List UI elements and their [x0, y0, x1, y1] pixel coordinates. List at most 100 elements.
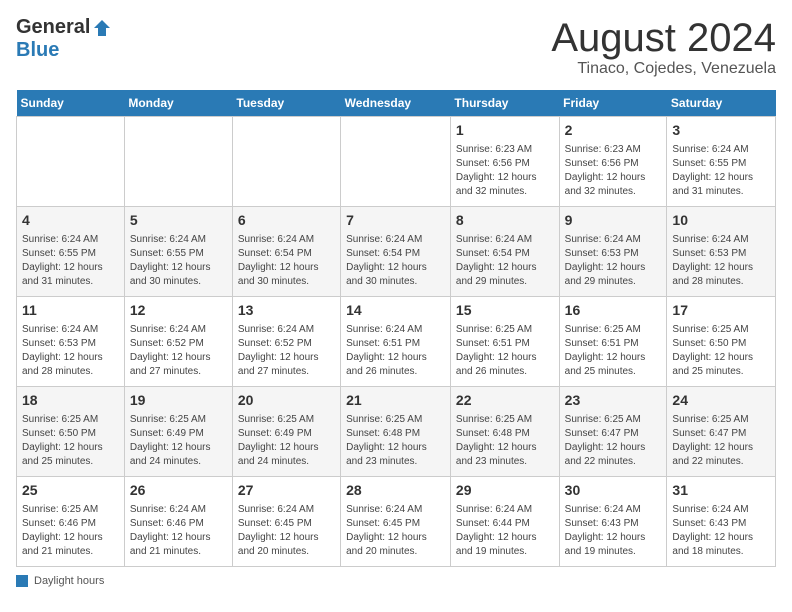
day-detail: Sunrise: 6:25 AM Sunset: 6:47 PM Dayligh…: [672, 413, 770, 469]
day-number: 23: [565, 391, 662, 411]
calendar-cell: [341, 117, 451, 207]
day-number: 15: [456, 301, 554, 321]
calendar-header-friday: Friday: [559, 90, 667, 117]
calendar-header-tuesday: Tuesday: [232, 90, 340, 117]
day-detail: Sunrise: 6:24 AM Sunset: 6:46 PM Dayligh…: [130, 503, 227, 559]
day-detail: Sunrise: 6:24 AM Sunset: 6:54 PM Dayligh…: [238, 233, 335, 289]
day-detail: Sunrise: 6:24 AM Sunset: 6:43 PM Dayligh…: [565, 503, 662, 559]
calendar-cell: 19Sunrise: 6:25 AM Sunset: 6:49 PM Dayli…: [124, 387, 232, 477]
day-number: 29: [456, 481, 554, 501]
day-detail: Sunrise: 6:25 AM Sunset: 6:48 PM Dayligh…: [456, 413, 554, 469]
calendar-cell: 17Sunrise: 6:25 AM Sunset: 6:50 PM Dayli…: [667, 297, 776, 387]
calendar-cell: 28Sunrise: 6:24 AM Sunset: 6:45 PM Dayli…: [341, 477, 451, 567]
day-number: 11: [22, 301, 119, 321]
calendar-header-wednesday: Wednesday: [341, 90, 451, 117]
day-detail: Sunrise: 6:24 AM Sunset: 6:55 PM Dayligh…: [130, 233, 227, 289]
daylight-box: [16, 575, 28, 587]
day-detail: Sunrise: 6:24 AM Sunset: 6:53 PM Dayligh…: [565, 233, 662, 289]
day-number: 30: [565, 481, 662, 501]
day-detail: Sunrise: 6:25 AM Sunset: 6:51 PM Dayligh…: [565, 323, 662, 379]
day-number: 7: [346, 211, 445, 231]
calendar-cell: 31Sunrise: 6:24 AM Sunset: 6:43 PM Dayli…: [667, 477, 776, 567]
calendar-cell: 13Sunrise: 6:24 AM Sunset: 6:52 PM Dayli…: [232, 297, 340, 387]
calendar-cell: 25Sunrise: 6:25 AM Sunset: 6:46 PM Dayli…: [17, 477, 125, 567]
day-number: 24: [672, 391, 770, 411]
day-number: 2: [565, 121, 662, 141]
calendar-cell: 9Sunrise: 6:24 AM Sunset: 6:53 PM Daylig…: [559, 207, 667, 297]
calendar-cell: 16Sunrise: 6:25 AM Sunset: 6:51 PM Dayli…: [559, 297, 667, 387]
day-number: 17: [672, 301, 770, 321]
calendar-cell: 24Sunrise: 6:25 AM Sunset: 6:47 PM Dayli…: [667, 387, 776, 477]
logo-blue-text: Blue: [16, 39, 59, 62]
calendar-cell: 12Sunrise: 6:24 AM Sunset: 6:52 PM Dayli…: [124, 297, 232, 387]
calendar-header-thursday: Thursday: [450, 90, 559, 117]
day-number: 14: [346, 301, 445, 321]
day-number: 1: [456, 121, 554, 141]
day-detail: Sunrise: 6:24 AM Sunset: 6:53 PM Dayligh…: [672, 233, 770, 289]
day-detail: Sunrise: 6:24 AM Sunset: 6:45 PM Dayligh…: [346, 503, 445, 559]
day-detail: Sunrise: 6:24 AM Sunset: 6:43 PM Dayligh…: [672, 503, 770, 559]
calendar-cell: 8Sunrise: 6:24 AM Sunset: 6:54 PM Daylig…: [450, 207, 559, 297]
calendar-cell: 18Sunrise: 6:25 AM Sunset: 6:50 PM Dayli…: [17, 387, 125, 477]
day-detail: Sunrise: 6:25 AM Sunset: 6:51 PM Dayligh…: [456, 323, 554, 379]
page-header: General Blue August 2024 Tinaco, Cojedes…: [16, 16, 776, 78]
main-title: August 2024: [551, 16, 776, 60]
calendar-header-monday: Monday: [124, 90, 232, 117]
calendar-header-row: SundayMondayTuesdayWednesdayThursdayFrid…: [17, 90, 776, 117]
calendar-week-row: 4Sunrise: 6:24 AM Sunset: 6:55 PM Daylig…: [17, 207, 776, 297]
day-detail: Sunrise: 6:25 AM Sunset: 6:50 PM Dayligh…: [22, 413, 119, 469]
calendar-cell: 27Sunrise: 6:24 AM Sunset: 6:45 PM Dayli…: [232, 477, 340, 567]
day-detail: Sunrise: 6:24 AM Sunset: 6:54 PM Dayligh…: [456, 233, 554, 289]
calendar-cell: [232, 117, 340, 207]
day-detail: Sunrise: 6:25 AM Sunset: 6:48 PM Dayligh…: [346, 413, 445, 469]
calendar-cell: 21Sunrise: 6:25 AM Sunset: 6:48 PM Dayli…: [341, 387, 451, 477]
day-number: 18: [22, 391, 119, 411]
day-detail: Sunrise: 6:25 AM Sunset: 6:50 PM Dayligh…: [672, 323, 770, 379]
day-detail: Sunrise: 6:24 AM Sunset: 6:55 PM Dayligh…: [22, 233, 119, 289]
calendar-cell: 1Sunrise: 6:23 AM Sunset: 6:56 PM Daylig…: [450, 117, 559, 207]
day-number: 16: [565, 301, 662, 321]
calendar-cell: 5Sunrise: 6:24 AM Sunset: 6:55 PM Daylig…: [124, 207, 232, 297]
calendar-cell: [17, 117, 125, 207]
day-number: 12: [130, 301, 227, 321]
calendar-cell: 7Sunrise: 6:24 AM Sunset: 6:54 PM Daylig…: [341, 207, 451, 297]
calendar-cell: 14Sunrise: 6:24 AM Sunset: 6:51 PM Dayli…: [341, 297, 451, 387]
day-detail: Sunrise: 6:23 AM Sunset: 6:56 PM Dayligh…: [565, 143, 662, 199]
calendar-cell: 20Sunrise: 6:25 AM Sunset: 6:49 PM Dayli…: [232, 387, 340, 477]
calendar-cell: 3Sunrise: 6:24 AM Sunset: 6:55 PM Daylig…: [667, 117, 776, 207]
calendar-cell: 23Sunrise: 6:25 AM Sunset: 6:47 PM Dayli…: [559, 387, 667, 477]
calendar-week-row: 25Sunrise: 6:25 AM Sunset: 6:46 PM Dayli…: [17, 477, 776, 567]
day-detail: Sunrise: 6:24 AM Sunset: 6:52 PM Dayligh…: [238, 323, 335, 379]
calendar-table: SundayMondayTuesdayWednesdayThursdayFrid…: [16, 90, 776, 567]
day-detail: Sunrise: 6:24 AM Sunset: 6:55 PM Dayligh…: [672, 143, 770, 199]
calendar-header-saturday: Saturday: [667, 90, 776, 117]
day-number: 5: [130, 211, 227, 231]
calendar-cell: 6Sunrise: 6:24 AM Sunset: 6:54 PM Daylig…: [232, 207, 340, 297]
day-detail: Sunrise: 6:24 AM Sunset: 6:44 PM Dayligh…: [456, 503, 554, 559]
calendar-week-row: 18Sunrise: 6:25 AM Sunset: 6:50 PM Dayli…: [17, 387, 776, 477]
day-number: 25: [22, 481, 119, 501]
calendar-cell: 11Sunrise: 6:24 AM Sunset: 6:53 PM Dayli…: [17, 297, 125, 387]
day-detail: Sunrise: 6:25 AM Sunset: 6:49 PM Dayligh…: [238, 413, 335, 469]
day-detail: Sunrise: 6:24 AM Sunset: 6:45 PM Dayligh…: [238, 503, 335, 559]
day-detail: Sunrise: 6:24 AM Sunset: 6:53 PM Dayligh…: [22, 323, 119, 379]
day-detail: Sunrise: 6:25 AM Sunset: 6:47 PM Dayligh…: [565, 413, 662, 469]
calendar-cell: 15Sunrise: 6:25 AM Sunset: 6:51 PM Dayli…: [450, 297, 559, 387]
day-number: 26: [130, 481, 227, 501]
calendar-cell: 29Sunrise: 6:24 AM Sunset: 6:44 PM Dayli…: [450, 477, 559, 567]
day-detail: Sunrise: 6:23 AM Sunset: 6:56 PM Dayligh…: [456, 143, 554, 199]
footer-text: Daylight hours: [34, 575, 104, 587]
day-number: 31: [672, 481, 770, 501]
day-number: 9: [565, 211, 662, 231]
calendar-cell: 4Sunrise: 6:24 AM Sunset: 6:55 PM Daylig…: [17, 207, 125, 297]
subtitle: Tinaco, Cojedes, Venezuela: [551, 60, 776, 78]
title-block: August 2024 Tinaco, Cojedes, Venezuela: [551, 16, 776, 78]
logo-general-text: General: [16, 16, 90, 39]
day-detail: Sunrise: 6:25 AM Sunset: 6:46 PM Dayligh…: [22, 503, 119, 559]
day-number: 6: [238, 211, 335, 231]
calendar-week-row: 1Sunrise: 6:23 AM Sunset: 6:56 PM Daylig…: [17, 117, 776, 207]
footer-note: Daylight hours: [16, 575, 776, 587]
calendar-cell: [124, 117, 232, 207]
calendar-cell: 22Sunrise: 6:25 AM Sunset: 6:48 PM Dayli…: [450, 387, 559, 477]
day-detail: Sunrise: 6:24 AM Sunset: 6:52 PM Dayligh…: [130, 323, 227, 379]
